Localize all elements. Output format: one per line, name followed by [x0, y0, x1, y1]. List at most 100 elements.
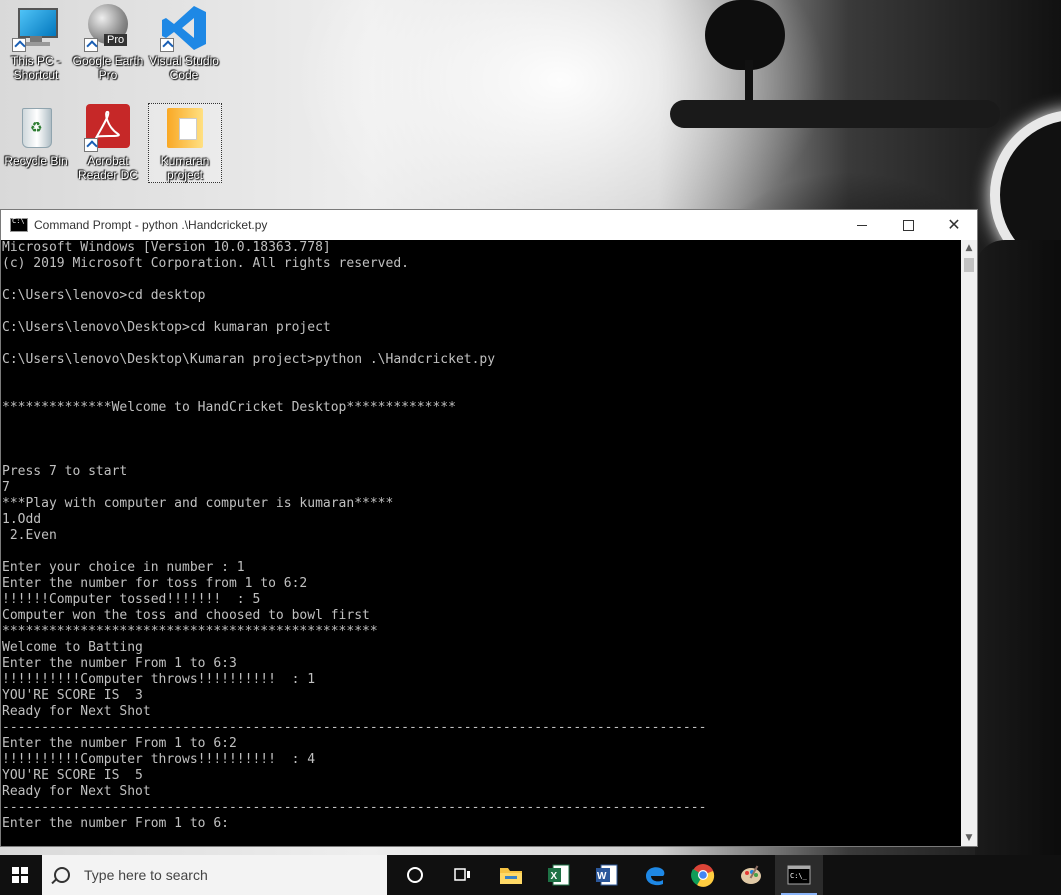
monitor-icon: [12, 4, 60, 52]
console-line: ****************************************…: [2, 624, 378, 639]
console-output[interactable]: Microsoft Windows [Version 10.0.18363.77…: [1, 240, 961, 846]
vertical-scrollbar[interactable]: ▲ ▼: [961, 240, 977, 846]
console-line: Ready for Next Shot: [2, 704, 151, 719]
cmd-icon: C:\_: [787, 865, 811, 885]
desktop-icon-recycle-bin[interactable]: ♻ Recycle Bin: [0, 104, 72, 168]
cortana-icon: [407, 867, 423, 883]
desktop-icon-label: Kumaran project: [160, 154, 210, 182]
svg-text:X: X: [551, 871, 558, 882]
desktop-icon-vscode[interactable]: Visual Studio Code: [148, 4, 220, 82]
paint-button[interactable]: [727, 855, 775, 895]
search-placeholder: Type here to search: [84, 867, 208, 883]
console-line: YOU'RE SCORE IS 5: [2, 768, 143, 783]
console-line: !!!!!!Computer tossed!!!!!!! : 5: [2, 592, 261, 607]
desktop-icon-acrobat[interactable]: Acrobat Reader DC: [72, 104, 144, 182]
desktop-icon-kumaran-project[interactable]: Kumaran project: [148, 103, 222, 183]
cortana-button[interactable]: [391, 855, 439, 895]
console-line: !!!!!!!!!!Computer throws!!!!!!!!!! : 4: [2, 752, 316, 767]
desktop-icon-label: Google Earth Pro: [72, 54, 144, 82]
taskbar: Type here to search X W C:\_: [0, 855, 1061, 895]
command-prompt-window[interactable]: Command Prompt - python .\Handcricket.py…: [0, 209, 978, 847]
edge-icon: [646, 867, 665, 886]
word-icon: W: [596, 864, 618, 886]
console-line: Enter the number From 1 to 6:: [2, 816, 229, 831]
console-line: Enter the number From 1 to 6:3: [2, 656, 237, 671]
console-line: Microsoft Windows [Version 10.0.18363.77…: [2, 240, 331, 255]
console-line: Welcome to Batting: [2, 640, 143, 655]
console-line: ----------------------------------------…: [2, 720, 707, 735]
console-line: 7: [2, 480, 10, 495]
console-line: (c) 2019 Microsoft Corporation. All righ…: [2, 256, 409, 271]
google-earth-icon: Pro: [84, 4, 132, 52]
chrome-icon: [691, 864, 715, 887]
folder-icon: [161, 104, 209, 152]
desktop-icon-label: This PC - Shortcut: [10, 54, 61, 82]
wallpaper-motorcycle: [975, 240, 1061, 855]
desktop-icon-label: Recycle Bin: [4, 154, 68, 168]
scroll-up-icon[interactable]: ▲: [961, 240, 977, 256]
desktop-icon-this-pc[interactable]: This PC - Shortcut: [0, 4, 72, 82]
console-line: Enter the number From 1 to 6:2: [2, 736, 237, 751]
command-prompt-taskbar-button[interactable]: C:\_: [775, 855, 823, 895]
console-line: **************Welcome to HandCricket Des…: [2, 400, 456, 415]
console-line: !!!!!!!!!!Computer throws!!!!!!!!!! : 1: [2, 672, 316, 687]
svg-text:W: W: [597, 871, 607, 882]
minimize-button[interactable]: [839, 210, 885, 240]
desktop-icon-label: Acrobat Reader DC: [77, 154, 139, 182]
recycle-bin-icon: ♻: [12, 104, 60, 152]
excel-icon: X: [548, 864, 570, 886]
window-title: Command Prompt - python .\Handcricket.py: [34, 218, 268, 232]
start-button[interactable]: [0, 855, 40, 895]
file-explorer-button[interactable]: [487, 855, 535, 895]
search-icon: [54, 867, 70, 883]
scrollbar-thumb[interactable]: [964, 258, 974, 272]
scroll-down-icon[interactable]: ▼: [961, 830, 977, 846]
taskbar-search-box[interactable]: Type here to search: [42, 855, 387, 895]
desktop-icon-google-earth[interactable]: Pro Google Earth Pro: [72, 4, 144, 82]
console-line: Enter your choice in number : 1: [2, 560, 245, 575]
console-line: Press 7 to start: [2, 464, 128, 479]
folder-icon: [500, 868, 522, 884]
task-view-icon: [454, 868, 470, 881]
console-line: Enter the number for toss from 1 to 6:2: [2, 576, 308, 591]
edge-button[interactable]: [631, 855, 679, 895]
task-view-button[interactable]: [439, 855, 487, 895]
acrobat-icon: [84, 104, 132, 152]
console-line: 1.Odd: [2, 512, 42, 527]
minimize-icon: [857, 224, 867, 226]
console-line: Computer won the toss and choosed to bow…: [2, 608, 370, 623]
console-line: C:\Users\lenovo\Desktop\Kumaran project>…: [2, 352, 496, 367]
vscode-icon: [160, 4, 208, 52]
title-bar[interactable]: Command Prompt - python .\Handcricket.py…: [1, 210, 977, 240]
maximize-icon: [902, 219, 914, 231]
word-button[interactable]: W: [583, 855, 631, 895]
console-line: Ready for Next Shot: [2, 784, 151, 799]
console-line: ***Play with computer and computer is ku…: [2, 496, 394, 511]
desktop-icon-label: Visual Studio Code: [149, 54, 219, 82]
paint-palette-icon: [741, 865, 761, 884]
pro-badge: Pro: [104, 34, 128, 46]
windows-logo-icon: [12, 867, 28, 883]
close-button[interactable]: ✕: [931, 210, 977, 240]
svg-text:C:\_: C:\_: [790, 872, 808, 880]
wallpaper-handlebar: [670, 100, 1000, 128]
maximize-button[interactable]: [885, 210, 931, 240]
console-line: ----------------------------------------…: [2, 800, 707, 815]
excel-button[interactable]: X: [535, 855, 583, 895]
chrome-button[interactable]: [679, 855, 727, 895]
console-line: C:\Users\lenovo>cd desktop: [2, 288, 206, 303]
console-line: 2.Even: [2, 528, 57, 543]
close-icon: ✕: [947, 215, 961, 234]
cmd-app-icon: [10, 217, 28, 232]
console-line: C:\Users\lenovo\Desktop>cd kumaran proje…: [2, 320, 331, 335]
console-line: YOU'RE SCORE IS 3: [2, 688, 143, 703]
